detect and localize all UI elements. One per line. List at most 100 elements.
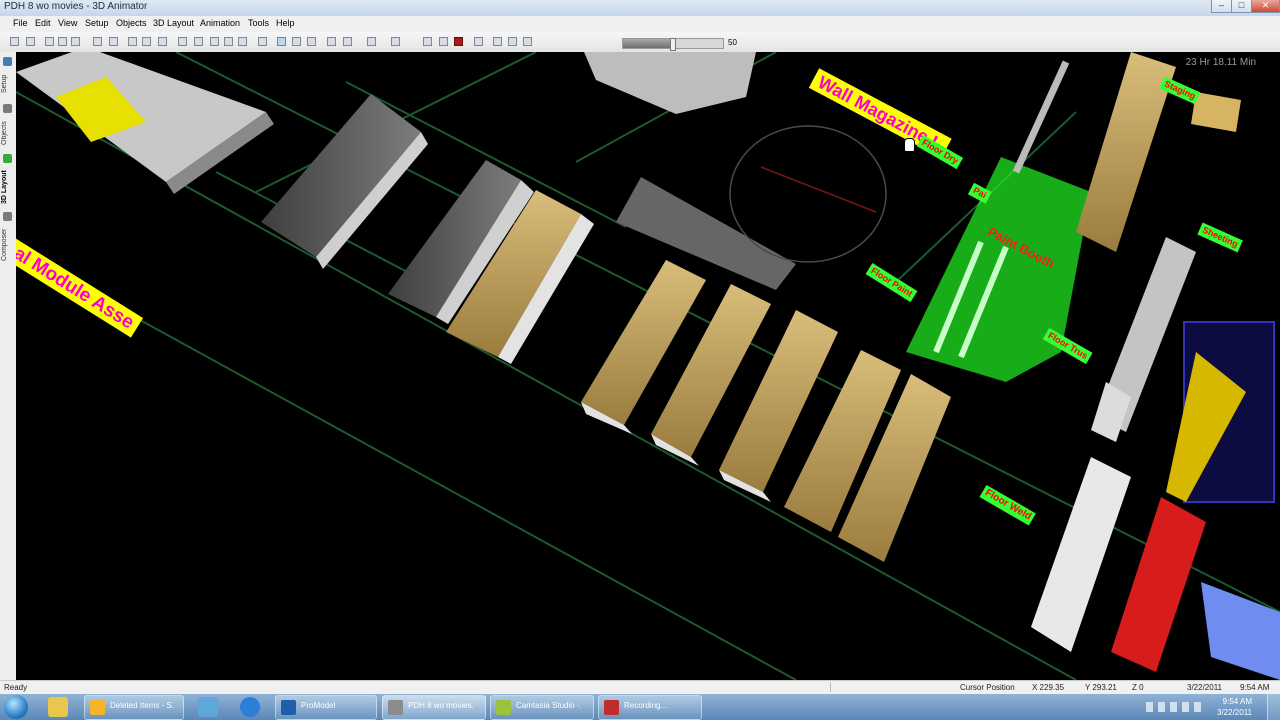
menu-bar: File Edit View Setup Objects 3D Layout A…: [0, 16, 1280, 32]
side-tab-setup[interactable]: Setup: [1, 67, 15, 101]
play-icon[interactable]: [423, 37, 432, 46]
circular-marker: [729, 125, 887, 263]
stop-icon[interactable]: [454, 37, 463, 46]
system-tray: 9:54 AM 3/22/2011: [1140, 694, 1280, 720]
slider-fill: [623, 39, 673, 48]
save-icon[interactable]: [26, 37, 35, 46]
setup-icon: [3, 57, 12, 66]
home-view-icon[interactable]: [327, 37, 336, 46]
tray-icons[interactable]: [1146, 702, 1206, 712]
status-divider: [830, 682, 955, 692]
red-marker-line: [760, 166, 877, 213]
redo-icon[interactable]: [109, 37, 118, 46]
menu-3d-layout[interactable]: 3D Layout: [153, 18, 194, 28]
print-preview-icon[interactable]: [58, 37, 67, 46]
objects-icon: [3, 104, 12, 113]
print-icon[interactable]: [45, 37, 54, 46]
menu-objects[interactable]: Objects: [116, 18, 147, 28]
menu-file[interactable]: File: [13, 18, 28, 28]
outlook-icon: [90, 700, 105, 715]
explorer-icon[interactable]: [48, 697, 68, 717]
undo-icon[interactable]: [93, 37, 102, 46]
paste-icon[interactable]: [158, 37, 167, 46]
cursor-z: Z 0: [1132, 683, 1144, 692]
cursor-x: X 229.35: [1032, 683, 1065, 692]
zoom-icon[interactable]: [307, 37, 316, 46]
properties-icon[interactable]: [71, 37, 80, 46]
step-icon[interactable]: [474, 37, 483, 46]
layout-3d-icon: [3, 154, 12, 163]
delete-icon[interactable]: [224, 37, 233, 46]
recording-icon: [604, 700, 619, 715]
side-tab-strip: Setup Objects 3D Layout Composer: [0, 52, 17, 680]
taskbar-camtasia[interactable]: Camtasia Studio -...: [490, 695, 594, 720]
pause-icon[interactable]: [439, 37, 448, 46]
internet-explorer-icon[interactable]: [240, 697, 260, 717]
paint-booth: [906, 60, 1091, 382]
side-tab-3d-layout[interactable]: 3D Layout: [1, 164, 15, 210]
cursor-y: Y 293.21: [1085, 683, 1117, 692]
close-button[interactable]: ✕: [1251, 0, 1280, 13]
pan-tool-icon[interactable]: [277, 37, 286, 46]
simulation-clock: 23 Hr 18.11 Min: [1185, 57, 1256, 68]
taskbar-promodel-label: ProModel: [301, 701, 336, 710]
taskbar-camtasia-label: Camtasia Studio -...: [516, 701, 581, 710]
cut-icon[interactable]: [128, 37, 137, 46]
attach-icon[interactable]: [238, 37, 247, 46]
grid-toggle-icon[interactable]: [493, 37, 502, 46]
tray-clock-time[interactable]: 9:54 AM: [1223, 697, 1252, 706]
new-icon[interactable]: [10, 37, 19, 46]
window-title: PDH 8 wo movies - 3D Animator: [4, 1, 148, 12]
start-button[interactable]: [4, 695, 28, 719]
3d-viewport[interactable]: Final Module Asse Wall Magazine L Floor …: [16, 52, 1280, 680]
group-icon[interactable]: [178, 37, 187, 46]
taskbar-recording-label: Recording...: [624, 701, 668, 710]
maximize-button[interactable]: □: [1231, 0, 1252, 13]
promodel-icon: [281, 700, 296, 715]
taskbar-3d-animator-label: PDH 8 wo movies...: [408, 701, 473, 710]
menu-tools[interactable]: Tools: [248, 18, 269, 28]
side-tab-composer[interactable]: Composer: [1, 222, 15, 268]
slider-thumb[interactable]: [670, 38, 676, 51]
status-bar: Ready Cursor Position X 229.35 Y 293.21 …: [0, 680, 1280, 695]
cursor-position-label: Cursor Position: [960, 683, 1015, 692]
lighting-dropdown-icon[interactable]: [367, 37, 376, 46]
taskbar-3d-animator[interactable]: PDH 8 wo movies...: [382, 695, 486, 720]
side-tab-objects[interactable]: Objects: [1, 114, 15, 152]
taskbar-outlook-label: Deleted Items - S...: [110, 701, 175, 710]
taskbar-recording[interactable]: Recording...: [598, 695, 702, 720]
tray-clock-date[interactable]: 3/22/2011: [1217, 708, 1252, 717]
show-desktop-button[interactable]: [1267, 694, 1280, 720]
options-icon[interactable]: [523, 37, 532, 46]
right-racks: [1031, 52, 1280, 680]
select-pointer-icon[interactable]: [258, 37, 267, 46]
status-time: 9:54 AM: [1240, 683, 1270, 692]
menu-setup[interactable]: Setup: [85, 18, 109, 28]
menu-help[interactable]: Help: [276, 18, 295, 28]
camtasia-icon: [496, 700, 511, 715]
routing-icon[interactable]: [391, 37, 400, 46]
scene-svg: [16, 52, 1280, 680]
hand-cursor-icon: [904, 138, 915, 152]
network-icon[interactable]: [198, 697, 218, 717]
menu-view[interactable]: View: [58, 18, 77, 28]
copy-icon[interactable]: [142, 37, 151, 46]
composer-icon: [3, 212, 12, 221]
menu-animation[interactable]: Animation: [200, 18, 240, 28]
speed-value: 50: [728, 38, 737, 47]
status-date: 3/22/2011: [1187, 683, 1222, 692]
camera-dropdown-icon[interactable]: [343, 37, 352, 46]
taskbar-promodel[interactable]: ProModel: [275, 695, 377, 720]
status-text: Ready: [4, 683, 28, 692]
snap-icon[interactable]: [508, 37, 517, 46]
taskbar: Deleted Items - S... ProModel PDH 8 wo m…: [0, 694, 1280, 720]
menu-edit[interactable]: Edit: [35, 18, 51, 28]
animation-speed-slider[interactable]: [622, 38, 724, 51]
layer-icon[interactable]: [210, 37, 219, 46]
top-module: [584, 52, 756, 114]
taskbar-outlook[interactable]: Deleted Items - S...: [84, 695, 184, 720]
animator-icon: [388, 700, 403, 715]
minimize-button[interactable]: –: [1211, 0, 1232, 13]
rotate-view-icon[interactable]: [292, 37, 301, 46]
ungroup-icon[interactable]: [194, 37, 203, 46]
